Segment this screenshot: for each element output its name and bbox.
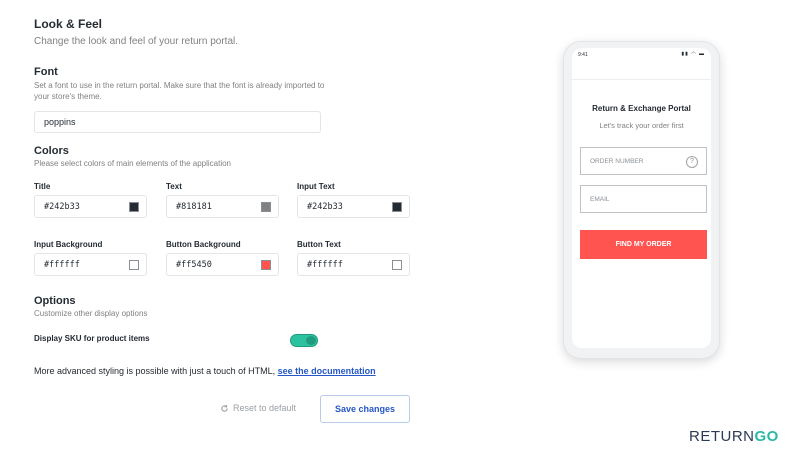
order-number-placeholder: ORDER NUMBER <box>590 158 644 165</box>
input-text-color-label: Input Text <box>297 182 335 191</box>
order-number-input[interactable]: ORDER NUMBER ? <box>580 147 707 175</box>
reset-label: Reset to default <box>233 403 297 413</box>
documentation-link[interactable]: see the documentation <box>278 366 376 376</box>
email-placeholder: EMAIL <box>590 196 610 203</box>
font-section-title: Font <box>34 66 58 78</box>
phone-preview: 9:41 ▮▮ ◠ ▬ Return & Exchange Portal Let… <box>563 41 720 359</box>
input-background-color-label: Input Background <box>34 240 103 249</box>
colors-section-title: Colors <box>34 145 69 157</box>
button-background-color-swatch[interactable] <box>261 260 271 270</box>
title-color-field[interactable]: #242b33 <box>34 195 147 218</box>
title-color-label: Title <box>34 182 51 191</box>
input-text-color-swatch[interactable] <box>392 202 402 212</box>
phone-navbar <box>572 62 711 80</box>
text-color-swatch[interactable] <box>261 202 271 212</box>
text-color-label: Text <box>166 182 182 191</box>
font-input[interactable]: poppins <box>34 111 321 133</box>
page-title: Look & Feel <box>34 17 103 31</box>
button-background-color-label: Button Background <box>166 240 241 249</box>
returngo-logo: RETURNGO <box>689 428 779 445</box>
text-color-field[interactable]: #818181 <box>166 195 279 218</box>
status-bar: 9:41 ▮▮ ◠ ▬ <box>572 48 711 62</box>
advanced-styling-note: More advanced styling is possible with j… <box>34 366 376 376</box>
title-color-value: #242b33 <box>44 202 80 212</box>
sku-toggle[interactable] <box>290 334 318 347</box>
help-icon[interactable]: ? <box>686 156 698 168</box>
button-background-color-field[interactable]: #ff5450 <box>166 253 279 276</box>
reset-button[interactable]: Reset to default <box>220 403 296 413</box>
page-subtitle: Change the look and feel of your return … <box>34 36 239 47</box>
button-text-color-label: Button Text <box>297 240 341 249</box>
button-text-color-field[interactable]: #ffffff <box>297 253 410 276</box>
reset-icon <box>221 404 228 412</box>
advanced-styling-text: More advanced styling is possible with j… <box>34 366 276 376</box>
font-description-line2: your store's theme. <box>34 92 102 101</box>
options-section-title: Options <box>34 295 76 307</box>
phone-screen: 9:41 ▮▮ ◠ ▬ Return & Exchange Portal Let… <box>572 48 711 348</box>
status-time: 9:41 <box>578 52 588 58</box>
text-color-value: #818181 <box>176 202 212 212</box>
button-text-color-swatch[interactable] <box>392 260 402 270</box>
status-icons: ▮▮ ◠ ▬ <box>681 51 705 57</box>
save-button[interactable]: Save changes <box>320 395 410 423</box>
colors-description: Please select colors of main elements of… <box>34 159 231 168</box>
portal-subtitle: Let's track your order first <box>599 121 684 130</box>
input-text-color-field[interactable]: #242b33 <box>297 195 410 218</box>
find-my-order-button[interactable]: FIND MY ORDER <box>580 230 707 259</box>
input-text-color-value: #242b33 <box>307 202 343 212</box>
title-color-swatch[interactable] <box>129 202 139 212</box>
button-background-color-value: #ff5450 <box>176 260 212 270</box>
brand-part-return: RETURN <box>689 428 755 445</box>
font-description-line1: Set a font to use in the return portal. … <box>34 81 325 90</box>
input-background-color-value: #ffffff <box>44 260 80 270</box>
portal-title: Return & Exchange Portal <box>592 104 691 113</box>
sku-toggle-label: Display SKU for product items <box>34 334 150 343</box>
email-input[interactable]: EMAIL <box>580 185 707 213</box>
input-background-color-field[interactable]: #ffffff <box>34 253 147 276</box>
brand-part-go: GO <box>754 428 779 445</box>
button-text-color-value: #ffffff <box>307 260 343 270</box>
toggle-knob <box>306 336 316 345</box>
input-background-color-swatch[interactable] <box>129 260 139 270</box>
options-description: Customize other display options <box>34 309 148 318</box>
